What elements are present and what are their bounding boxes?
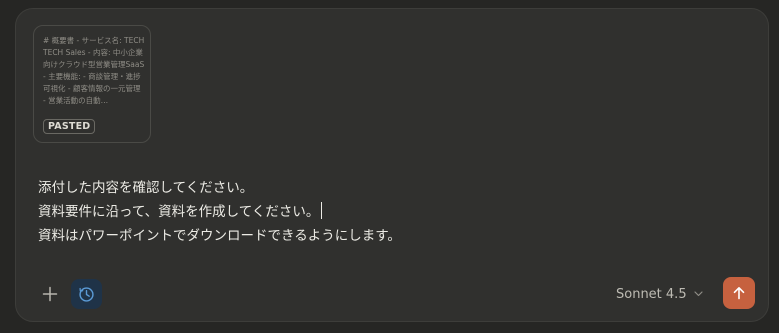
chevron-down-icon xyxy=(693,291,703,297)
history-tool-button[interactable] xyxy=(71,279,102,309)
pasted-content-card[interactable]: # 概要書 - サービス名: TECH TECH Sales - 内容: 中小企… xyxy=(33,25,151,143)
plus-icon xyxy=(42,286,58,302)
message-composer[interactable]: # 概要書 - サービス名: TECH TECH Sales - 内容: 中小企… xyxy=(15,8,769,322)
add-attachment-button[interactable] xyxy=(35,279,65,309)
message-input[interactable]: 添付した内容を確認してください。 資料要件に沿って、資料を作成してください。 資… xyxy=(38,176,738,248)
model-label: Sonnet 4.5 xyxy=(616,286,687,302)
message-line: 添付した内容を確認してください。 xyxy=(38,180,254,196)
text-caret xyxy=(321,202,323,219)
arrow-up-icon xyxy=(733,287,745,300)
page-background xyxy=(0,326,779,333)
pasted-badge: PASTED xyxy=(43,119,96,134)
send-button[interactable] xyxy=(723,277,755,309)
pasted-content-preview: # 概要書 - サービス名: TECH TECH Sales - 内容: 中小企… xyxy=(43,36,145,105)
message-line: 資料要件に沿って、資料を作成してください。 xyxy=(38,200,738,224)
message-line: 資料はパワーポイントでダウンロードできるようにします。 xyxy=(38,228,401,244)
message-line-text: 資料要件に沿って、資料を作成してください。 xyxy=(38,204,320,220)
model-selector[interactable]: Sonnet 4.5 xyxy=(616,283,703,305)
clock-icon xyxy=(79,286,94,302)
